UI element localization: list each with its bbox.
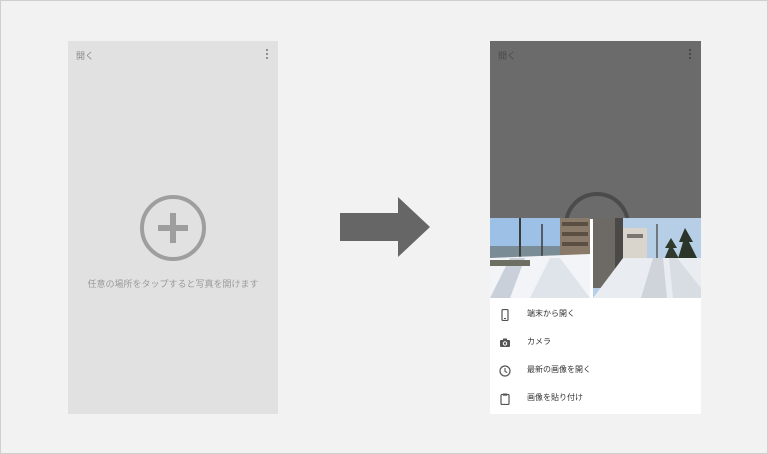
sheet-item-camera[interactable]: カメラ: [490, 329, 701, 357]
add-circle-icon: [564, 192, 630, 219]
sheet-item-label: 最新の画像を開く: [527, 365, 591, 374]
tap-hint-text: 任意の場所をタップすると写真を開けます: [87, 280, 259, 290]
open-label: 開く: [498, 52, 517, 62]
open-label[interactable]: 開く: [76, 49, 94, 62]
sheet-item-open-latest-image[interactable]: 最新の画像を開く: [490, 357, 701, 385]
recent-photo-thumbnail[interactable]: [490, 218, 590, 298]
dimmed-overlay[interactable]: 開く: [490, 41, 701, 219]
more-vert-icon[interactable]: [265, 49, 269, 59]
recent-photo-thumbnail[interactable]: [593, 218, 701, 298]
sheet-item-label: カメラ: [527, 337, 551, 346]
add-circle-icon[interactable]: [140, 195, 206, 261]
camera-icon: [500, 338, 510, 347]
clock-icon: [499, 365, 511, 377]
sheet-item-label: 画像を貼り付け: [527, 393, 583, 402]
phone-icon: [501, 309, 509, 321]
arrow-right-icon: [340, 197, 430, 257]
more-vert-icon: [688, 49, 692, 59]
sheet-item-paste-image[interactable]: 画像を貼り付け: [490, 385, 701, 413]
sheet-item-label: 端末から開く: [527, 309, 575, 318]
sheet-item-open-from-device[interactable]: 端末から開く: [490, 301, 701, 329]
clipboard-icon: [500, 393, 510, 405]
phone-screen-initial[interactable]: 開く 任意の場所をタップすると写真を開けます: [68, 41, 278, 414]
phone-screen-open-menu: 開く 端末から開く カメラ 最新の画像を開く 画像を貼り付け: [490, 41, 701, 414]
